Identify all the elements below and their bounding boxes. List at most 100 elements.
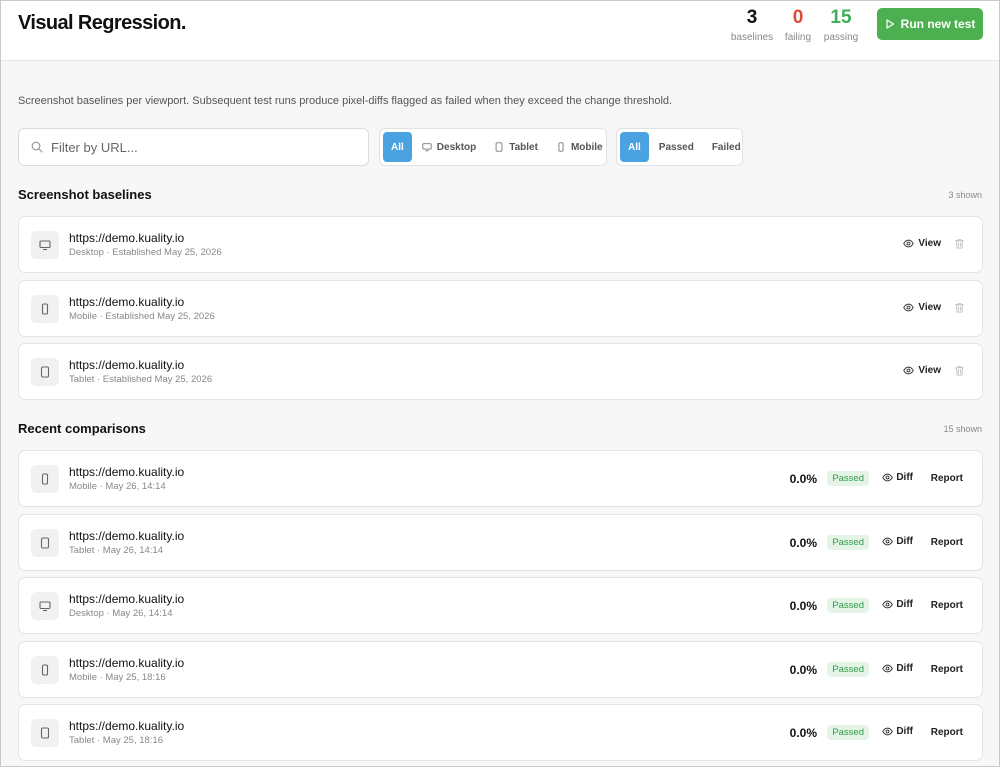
diff-label: Diff	[896, 472, 913, 483]
viewport-filter-mobile[interactable]: Mobile	[548, 132, 611, 162]
eye-icon	[882, 600, 894, 609]
diff-percentage: 0.0%	[789, 535, 817, 550]
report-button[interactable]: Report	[931, 537, 963, 548]
card-url: https://demo.kuality.io	[69, 231, 185, 245]
baselines-section-title: Screenshot baselines	[18, 187, 152, 202]
play-icon	[886, 19, 894, 29]
view-label: View	[918, 365, 941, 376]
diff-button[interactable]: Diff	[882, 472, 913, 483]
card-meta: Mobile · Established May 25, 2026	[69, 310, 215, 322]
card-meta: Desktop · Established May 25, 2026	[69, 247, 222, 258]
report-button[interactable]: Report	[931, 473, 963, 484]
stat-failing-label: failing	[784, 32, 812, 43]
diff-button[interactable]: Diff	[882, 536, 913, 547]
baseline-card: https://demo.kuality.io Desktop · Establi…	[18, 216, 983, 273]
stat-failing-value: 0	[792, 7, 804, 28]
app-window: Visual Regression. 3 baselines 0 failing…	[0, 0, 1000, 767]
diff-label: Diff	[896, 662, 913, 674]
stat-passing: 15 passing	[821, 6, 861, 45]
status-filter: All Passed Failed	[616, 128, 743, 166]
card-url: https://demo.kuality.io	[69, 655, 185, 670]
card-url: https://demo.kuality.io	[69, 358, 185, 372]
diff-label: Diff	[896, 599, 913, 610]
baselines-count: 3 shown	[948, 190, 982, 200]
status-filter-passed[interactable]: Passed	[651, 132, 702, 162]
comparison-card: https://demo.kuality.io Tablet · May 26, …	[18, 513, 983, 571]
desktop-icon	[422, 143, 432, 152]
viewport-filter-mobile-label: Mobile	[570, 141, 603, 153]
trash-icon[interactable]	[954, 302, 965, 313]
diff-percentage: 0.0%	[789, 662, 817, 677]
diff-label: Diff	[896, 535, 913, 547]
comparisons-section-title: Recent comparisons	[18, 421, 146, 436]
view-button[interactable]: View	[903, 302, 941, 313]
tablet-icon	[31, 719, 59, 747]
diff-percentage: 0.0%	[789, 726, 817, 740]
view-label: View	[918, 301, 941, 313]
tablet-icon	[31, 528, 59, 557]
card-meta: Desktop · May 26, 14:14	[69, 608, 173, 619]
card-url: https://demo.kuality.io	[69, 294, 185, 309]
run-new-test-label: Run new test	[900, 17, 976, 31]
tablet-icon	[495, 142, 503, 152]
card-url: https://demo.kuality.io	[69, 719, 185, 733]
trash-icon[interactable]	[954, 238, 965, 249]
trash-icon[interactable]	[954, 365, 965, 376]
diff-button[interactable]: Diff	[882, 599, 913, 610]
comparisons-count: 15 shown	[943, 424, 982, 434]
stat-baselines-label: baselines	[730, 32, 774, 43]
card-meta: Tablet · May 26, 14:14	[69, 544, 163, 556]
report-button[interactable]: Report	[931, 664, 963, 675]
diff-label: Diff	[896, 726, 913, 737]
report-button[interactable]: Report	[931, 600, 963, 611]
baseline-card: https://demo.kuality.io Mobile · Establis…	[18, 279, 983, 337]
mobile-icon	[31, 294, 59, 323]
comparison-card: https://demo.kuality.io Desktop · May 26,…	[18, 577, 983, 634]
url-filter-field[interactable]	[18, 128, 369, 166]
status-filter-failed-label: Failed	[711, 141, 741, 153]
mobile-icon	[31, 465, 59, 493]
status-badge: Passed	[827, 725, 869, 740]
card-url: https://demo.kuality.io	[69, 528, 185, 543]
stat-baselines-value: 3	[746, 7, 758, 28]
viewport-filter-all[interactable]: All	[383, 132, 412, 162]
comparison-card: https://demo.kuality.io Mobile · May 25, …	[18, 640, 983, 698]
eye-icon	[882, 537, 894, 545]
card-meta: Mobile · May 25, 18:16	[69, 671, 166, 683]
url-filter-input[interactable]	[51, 139, 351, 155]
card-meta: Mobile · May 26, 14:14	[69, 481, 166, 492]
desktop-icon	[31, 231, 59, 259]
status-filter-all[interactable]: All	[620, 132, 649, 162]
page-description: Screenshot baselines per viewport. Subse…	[18, 95, 673, 107]
eye-icon	[903, 366, 915, 375]
stat-passing-value: 15	[830, 7, 852, 28]
diff-button[interactable]: Diff	[882, 663, 913, 674]
viewport-filter-desktop[interactable]: Desktop	[414, 132, 484, 162]
run-new-test-button[interactable]: Run new test	[877, 8, 983, 40]
viewport-filter-tablet[interactable]: Tablet	[486, 132, 546, 162]
comparison-card: https://demo.kuality.io Tablet · May 25, …	[18, 704, 983, 761]
eye-icon	[903, 239, 915, 248]
comparison-card: https://demo.kuality.io Mobile · May 26, …	[18, 450, 983, 507]
card-meta: Tablet · Established May 25, 2026	[69, 374, 213, 385]
viewport-filter-all-label: All	[391, 141, 404, 153]
view-label: View	[918, 238, 941, 249]
card-url: https://demo.kuality.io	[69, 465, 185, 479]
eye-icon	[903, 303, 915, 311]
status-filter-failed[interactable]: Failed	[704, 132, 749, 162]
diff-percentage: 0.0%	[789, 472, 817, 486]
eye-icon	[882, 727, 894, 736]
status-filter-all-label: All	[628, 141, 641, 153]
viewport-filter: All Desktop Tablet Mobile	[379, 128, 607, 166]
stat-failing: 0 failing	[782, 6, 814, 45]
viewport-filter-desktop-label: Desktop	[436, 141, 477, 153]
view-button[interactable]: View	[903, 238, 941, 249]
eye-icon	[882, 473, 894, 482]
diff-button[interactable]: Diff	[882, 726, 913, 737]
report-button[interactable]: Report	[931, 727, 963, 738]
card-url: https://demo.kuality.io	[69, 592, 185, 606]
desktop-icon	[31, 592, 59, 620]
view-button[interactable]: View	[903, 365, 941, 376]
tablet-icon	[31, 358, 59, 386]
mobile-icon	[31, 655, 59, 684]
